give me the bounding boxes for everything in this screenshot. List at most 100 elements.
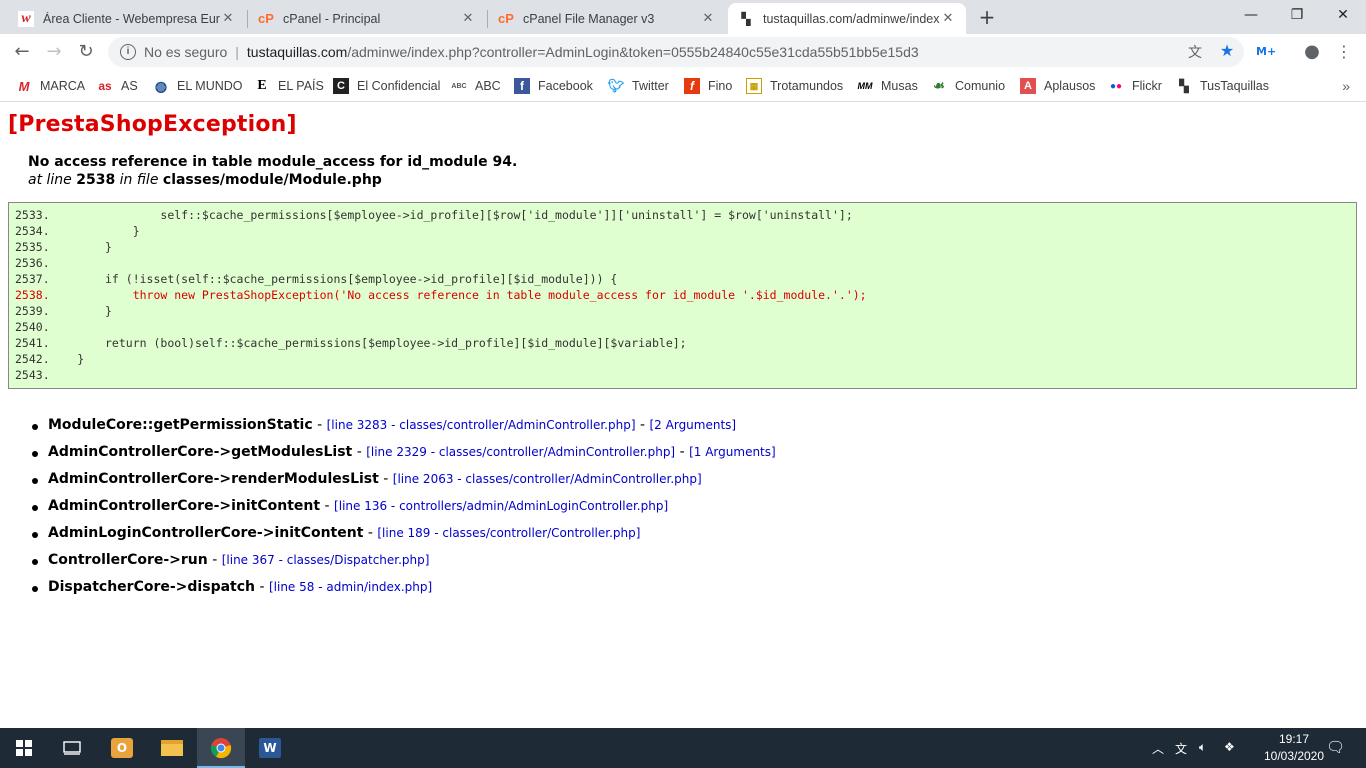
close-icon[interactable]: ✕ bbox=[940, 11, 956, 26]
account-icon[interactable]: ● bbox=[1302, 42, 1322, 62]
tab-title: cPanel - Principal bbox=[283, 11, 381, 26]
restore-button[interactable]: ❐ bbox=[1274, 0, 1320, 30]
trace-location-link[interactable]: [line 2329 - classes/controller/AdminCon… bbox=[366, 445, 675, 459]
trace-location-link[interactable]: [line 2063 - classes/controller/AdminCon… bbox=[393, 472, 702, 486]
back-button[interactable]: ← bbox=[8, 38, 36, 66]
bookmark-twitter[interactable]: 🐦︎ Twitter bbox=[608, 76, 669, 96]
webempresa-icon: w bbox=[18, 10, 34, 27]
aplausos-icon: A bbox=[1020, 78, 1036, 94]
elpais-icon: E bbox=[257, 78, 267, 93]
bookmark-label: EL MUNDO bbox=[177, 79, 243, 93]
bookmark-label: Aplausos bbox=[1044, 79, 1096, 93]
bookmark-fino[interactable]: f Fino bbox=[684, 76, 732, 96]
file-explorer-icon[interactable] bbox=[148, 728, 196, 768]
bookmark-elmundo[interactable]: ◍ EL MUNDO bbox=[153, 76, 243, 96]
dropbox-icon[interactable]: ❖ bbox=[1224, 740, 1235, 754]
code-line: 2535. } bbox=[15, 240, 112, 254]
trace-location-link[interactable]: [line 3283 - classes/controller/AdminCon… bbox=[327, 418, 636, 432]
code-line: 2534. } bbox=[15, 224, 140, 238]
language-icon[interactable]: 文 bbox=[1175, 740, 1187, 757]
info-icon[interactable]: i bbox=[120, 44, 136, 60]
exception-message: No access reference in table module_acce… bbox=[28, 154, 518, 170]
bookmark-flickr[interactable]: ● ● Flickr bbox=[1108, 76, 1162, 96]
close-icon[interactable]: ✕ bbox=[700, 11, 716, 26]
outlook-icon[interactable]: O bbox=[98, 728, 146, 768]
volume-icon[interactable]: 🔈︎ bbox=[1199, 740, 1206, 755]
trace-arguments-link[interactable]: [1 Arguments] bbox=[689, 445, 776, 459]
tab-cpanel-file-manager[interactable]: cP cPanel File Manager v3 ✕ bbox=[488, 3, 726, 34]
bookmark-elconfidencial[interactable]: C El Confidencial bbox=[333, 76, 440, 96]
bookmark-facebook[interactable]: f Facebook bbox=[514, 76, 593, 96]
trace-call: AdminControllerCore->renderModulesList bbox=[48, 471, 379, 487]
tab-cpanel-principal[interactable]: cP cPanel - Principal ✕ bbox=[248, 3, 486, 34]
bookmark-marca[interactable]: M MARCA bbox=[16, 76, 86, 96]
code-line: 2537. if (!isset(self::$cache_permission… bbox=[15, 272, 618, 286]
close-window-button[interactable]: ✕ bbox=[1320, 0, 1366, 30]
code-line: 2536. bbox=[15, 256, 50, 270]
minimize-button[interactable]: — bbox=[1228, 0, 1274, 30]
globe-icon: ◍ bbox=[154, 77, 168, 94]
menu-icon[interactable]: ⋮ bbox=[1334, 42, 1354, 62]
tab-webempresa[interactable]: w Área Cliente - Webempresa Europa ✕ bbox=[8, 3, 246, 34]
address-bar[interactable]: i No es seguro | tustaquillas.com/adminw… bbox=[108, 37, 1244, 67]
as-icon: as bbox=[98, 79, 112, 93]
bookmark-aplausos[interactable]: A Aplausos bbox=[1020, 76, 1095, 96]
url-host: tustaquillas.com bbox=[246, 44, 348, 60]
bookmark-label: Trotamundos bbox=[770, 79, 844, 93]
in-file-label: in file bbox=[119, 172, 159, 188]
url-path: /adminwe/index.php?controller=AdminLogin… bbox=[347, 44, 919, 60]
bookmark-label: TusTaquillas bbox=[1200, 79, 1270, 93]
page-content: [PrestaShopException] No access referenc… bbox=[0, 103, 1366, 728]
tab-tustaquillas[interactable]: ▚ tustaquillas.com/adminwe/index.php ✕ bbox=[728, 3, 966, 34]
windows-start-icon[interactable] bbox=[0, 728, 48, 768]
bookmark-star-icon[interactable]: ★ bbox=[1218, 43, 1236, 61]
word-icon[interactable]: W bbox=[246, 728, 294, 768]
trace-item: AdminLoginControllerCore->initContent - … bbox=[32, 525, 776, 552]
trace-location-link[interactable]: [line 189 - classes/controller/Controlle… bbox=[377, 526, 640, 540]
trace-location-link[interactable]: [line 58 - admin/index.php] bbox=[269, 580, 432, 594]
show-hidden-icons-icon[interactable]: ︿ bbox=[1152, 740, 1164, 757]
code-line: 2540. bbox=[15, 320, 50, 334]
reload-button[interactable]: ↻ bbox=[72, 38, 100, 66]
bookmark-comunio[interactable]: ☙ Comunio bbox=[931, 76, 1005, 96]
trace-call: DispatcherCore->dispatch bbox=[48, 579, 255, 595]
code-line: 2543. bbox=[15, 368, 50, 382]
exception-file: classes/module/Module.php bbox=[162, 172, 382, 188]
trace-item: AdminControllerCore->getModulesList - [l… bbox=[32, 444, 776, 471]
trace-arguments-link[interactable]: [2 Arguments] bbox=[650, 418, 737, 432]
new-tab-button[interactable]: + bbox=[977, 6, 997, 28]
translate-icon[interactable]: 文 bbox=[1186, 43, 1204, 61]
bookmark-musas[interactable]: MM Musas bbox=[857, 76, 918, 96]
task-view-icon[interactable] bbox=[48, 728, 96, 768]
trace-location-link[interactable]: [line 367 - classes/Dispatcher.php] bbox=[222, 553, 430, 567]
code-line: 2542. } bbox=[15, 352, 85, 366]
trace-item: DispatcherCore->dispatch - [line 58 - ad… bbox=[32, 579, 776, 606]
bookmark-as[interactable]: as AS bbox=[97, 76, 137, 96]
at-line-label: at line bbox=[28, 172, 72, 188]
tab-title: tustaquillas.com/adminwe/index.php bbox=[763, 11, 940, 26]
system-clock[interactable]: 19:17 10/03/2020 bbox=[1262, 731, 1326, 765]
bookmark-label: Flickr bbox=[1132, 79, 1162, 93]
tustaquillas-icon: ▚ bbox=[741, 11, 751, 26]
bookmark-tustaquillas[interactable]: ▚ TusTaquillas bbox=[1176, 76, 1269, 96]
close-icon[interactable]: ✕ bbox=[220, 11, 236, 26]
trace-call: ControllerCore->run bbox=[48, 552, 208, 568]
fino-icon: f bbox=[684, 78, 700, 94]
tustaquillas-icon: ▚ bbox=[1179, 79, 1189, 93]
tab-title: cPanel File Manager v3 bbox=[523, 11, 655, 26]
trace-location-link[interactable]: [line 136 - controllers/admin/AdminLogin… bbox=[334, 499, 668, 513]
exception-title: [PrestaShopException] bbox=[8, 112, 297, 137]
tab-title: Área Cliente - Webempresa Europa bbox=[43, 11, 220, 26]
facebook-icon: f bbox=[514, 78, 530, 94]
close-icon[interactable]: ✕ bbox=[460, 11, 476, 26]
forward-button[interactable]: → bbox=[40, 38, 68, 66]
bookmark-label: Facebook bbox=[538, 79, 593, 93]
bookmark-trotamundos[interactable]: ▦ Trotamundos bbox=[746, 76, 843, 96]
chrome-icon[interactable] bbox=[197, 728, 245, 768]
movistar-extension-icon[interactable]: M+ bbox=[1256, 42, 1276, 62]
taskbar: O W ︿ 文 🔈︎ ❖ 19:17 10/03/2020 🗨︎ bbox=[0, 728, 1366, 768]
bookmark-abc[interactable]: ABC ABC bbox=[451, 76, 500, 96]
bookmark-elpais[interactable]: E EL PAÍS bbox=[254, 76, 324, 96]
notifications-icon[interactable]: 🗨︎ bbox=[1326, 738, 1345, 756]
bookmarks-overflow-icon[interactable]: » bbox=[1342, 78, 1350, 94]
